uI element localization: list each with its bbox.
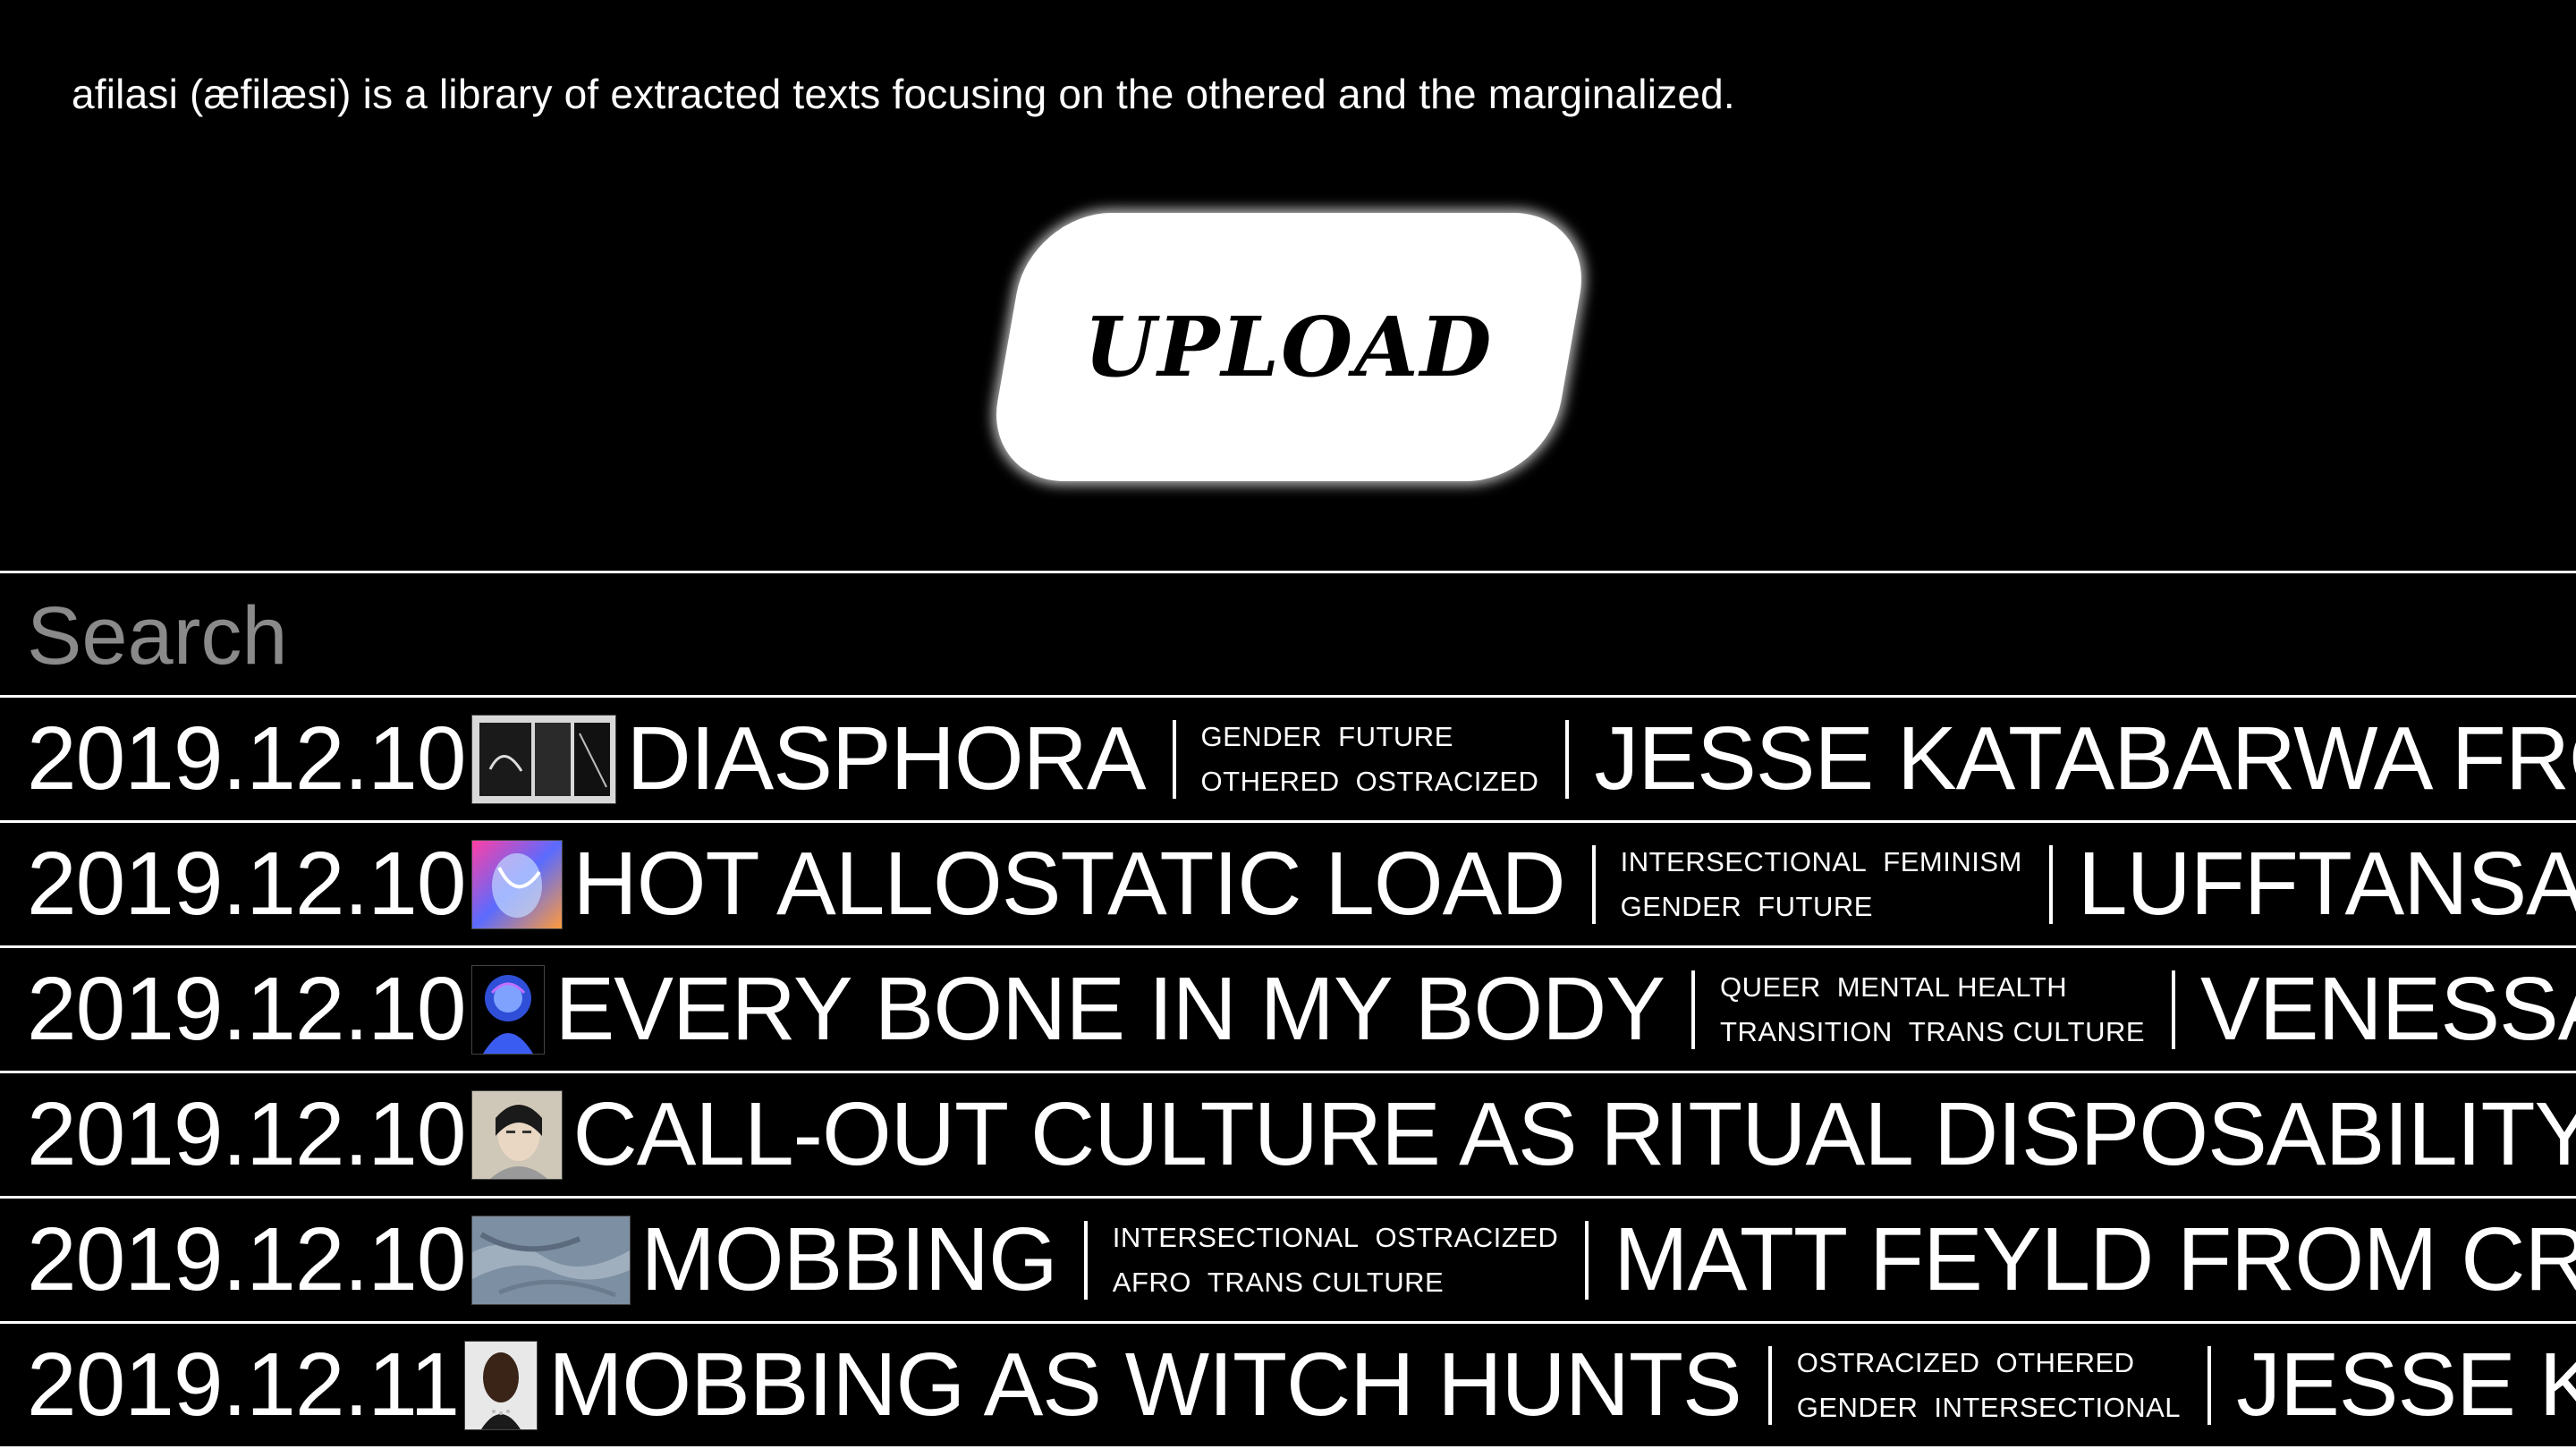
tag[interactable]: QUEER xyxy=(1720,971,1821,1003)
entry-date: 2019.12.11 xyxy=(27,1335,460,1435)
tag[interactable]: INTERSECTIONAL xyxy=(1934,1392,2181,1423)
tag[interactable]: OSTRACIZED xyxy=(1356,766,1539,797)
tag[interactable]: FEMINISM xyxy=(1883,846,2022,877)
thumbnail-image xyxy=(470,964,545,1055)
divider xyxy=(1767,1345,1772,1425)
entry-author: LUFFTANSA xyxy=(2077,834,2576,934)
divider xyxy=(1083,1220,1088,1300)
list-item[interactable]: 2019.12.10 CALL-OUT CULTURE AS RITUAL DI… xyxy=(0,1073,2576,1199)
list-item[interactable]: 2019.12.10 DIASPHORA GENDER FUTURE OTHERE… xyxy=(0,698,2576,823)
tag-group: GENDER FUTURE OTHERED OSTRACIZED xyxy=(1201,715,1539,804)
thumbnail-image xyxy=(470,1215,631,1305)
search-input[interactable] xyxy=(27,591,2531,681)
text-list: 2019.12.10 DIASPHORA GENDER FUTURE OTHERE… xyxy=(0,698,2576,1449)
tag[interactable]: TRANSITION xyxy=(1720,1016,1893,1047)
tag[interactable]: GENDER xyxy=(1621,891,1742,922)
entry-author: JESSE KATABARWA FRO xyxy=(1594,708,2576,809)
entry-date: 2019.12.10 xyxy=(27,708,466,809)
entry-date: 2019.12.10 xyxy=(27,1084,466,1184)
site-description: afilasi (æfilæsi) is a library of extrac… xyxy=(72,71,1735,117)
list-item[interactable]: 2019.12.10 EVERY BONE IN MY BODY QUEER ME… xyxy=(0,948,2576,1073)
divider xyxy=(2172,970,2176,1049)
thumbnail-image xyxy=(464,1340,538,1430)
tag[interactable]: TRANS CULTURE xyxy=(1208,1267,1444,1298)
tag[interactable]: AFRO xyxy=(1113,1267,1191,1298)
tag-group: INTERSECTIONAL FEMINISM GENDER FUTURE xyxy=(1621,840,2022,929)
tag[interactable]: INTERSECTIONAL xyxy=(1113,1222,1360,1253)
tag-group: INTERSECTIONAL OSTRACIZED AFRO TRANS CULTU… xyxy=(1113,1216,1559,1305)
divider xyxy=(1565,719,1570,799)
upload-button[interactable]: UPLOAD xyxy=(983,213,1595,481)
divider xyxy=(1691,970,1696,1049)
tag[interactable]: GENDER xyxy=(1201,721,1323,752)
tag[interactable]: FUTURE xyxy=(1758,891,1873,922)
entry-author: MATT FEYLD FROM CRO xyxy=(1614,1209,2576,1309)
entry-date: 2019.12.10 xyxy=(27,1209,466,1309)
tag-group: QUEER MENTAL HEALTH TRANSITION TRANS CULTU… xyxy=(1720,965,2145,1055)
list-item[interactable]: 2019.12.10 MOBBING INTERSECTIONAL OSTRACI… xyxy=(0,1199,2576,1324)
entry-title: EVERY BONE IN MY BODY xyxy=(555,959,1666,1059)
entry-title: DIASPHORA xyxy=(626,708,1147,809)
list-item[interactable]: 2019.12.10 HOT ALLOSTATIC LOAD INTERSECT… xyxy=(0,823,2576,948)
tag[interactable]: MENTAL HEALTH xyxy=(1837,971,2067,1003)
tag[interactable]: OSTRACIZED xyxy=(1797,1347,1980,1378)
tag[interactable]: TRANS CULTURE xyxy=(1909,1016,2145,1047)
entry-title: CALL-OUT CULTURE AS RITUAL DISPOSABILITY xyxy=(572,1084,2576,1184)
search-bar xyxy=(0,571,2576,698)
divider xyxy=(2048,844,2053,924)
tag[interactable]: OSTRACIZED xyxy=(1375,1222,1558,1253)
tag[interactable]: INTERSECTIONAL xyxy=(1621,846,1868,877)
thumbnail-image xyxy=(470,839,563,929)
tag[interactable]: FUTURE xyxy=(1338,721,1453,752)
upload-label: UPLOAD xyxy=(1084,299,1494,395)
entry-date: 2019.12.10 xyxy=(27,834,466,934)
thumbnail-image xyxy=(470,714,616,804)
tag-group: OSTRACIZED OTHERED GENDER INTERSECTIONAL xyxy=(1797,1341,2181,1430)
divider xyxy=(1591,844,1596,924)
list-item[interactable]: 2019.12.11 MOBBING AS WITCH HUNTS OSTRAC… xyxy=(0,1324,2576,1449)
entry-title: MOBBING AS WITCH HUNTS xyxy=(548,1335,1742,1435)
tag[interactable]: OTHERED xyxy=(1996,1347,2135,1378)
thumbnail-image xyxy=(470,1089,563,1180)
tag[interactable]: OTHERED xyxy=(1201,766,1340,797)
entry-title: HOT ALLOSTATIC LOAD xyxy=(572,834,1566,934)
entry-title: MOBBING xyxy=(640,1209,1058,1309)
entry-date: 2019.12.10 xyxy=(27,959,466,1059)
divider xyxy=(1172,719,1176,799)
entry-author: VENESSA xyxy=(2200,959,2576,1059)
divider xyxy=(1585,1220,1589,1300)
divider xyxy=(2207,1345,2212,1425)
entry-author: JESSE K xyxy=(2236,1335,2576,1435)
tag[interactable]: GENDER xyxy=(1797,1392,1919,1423)
